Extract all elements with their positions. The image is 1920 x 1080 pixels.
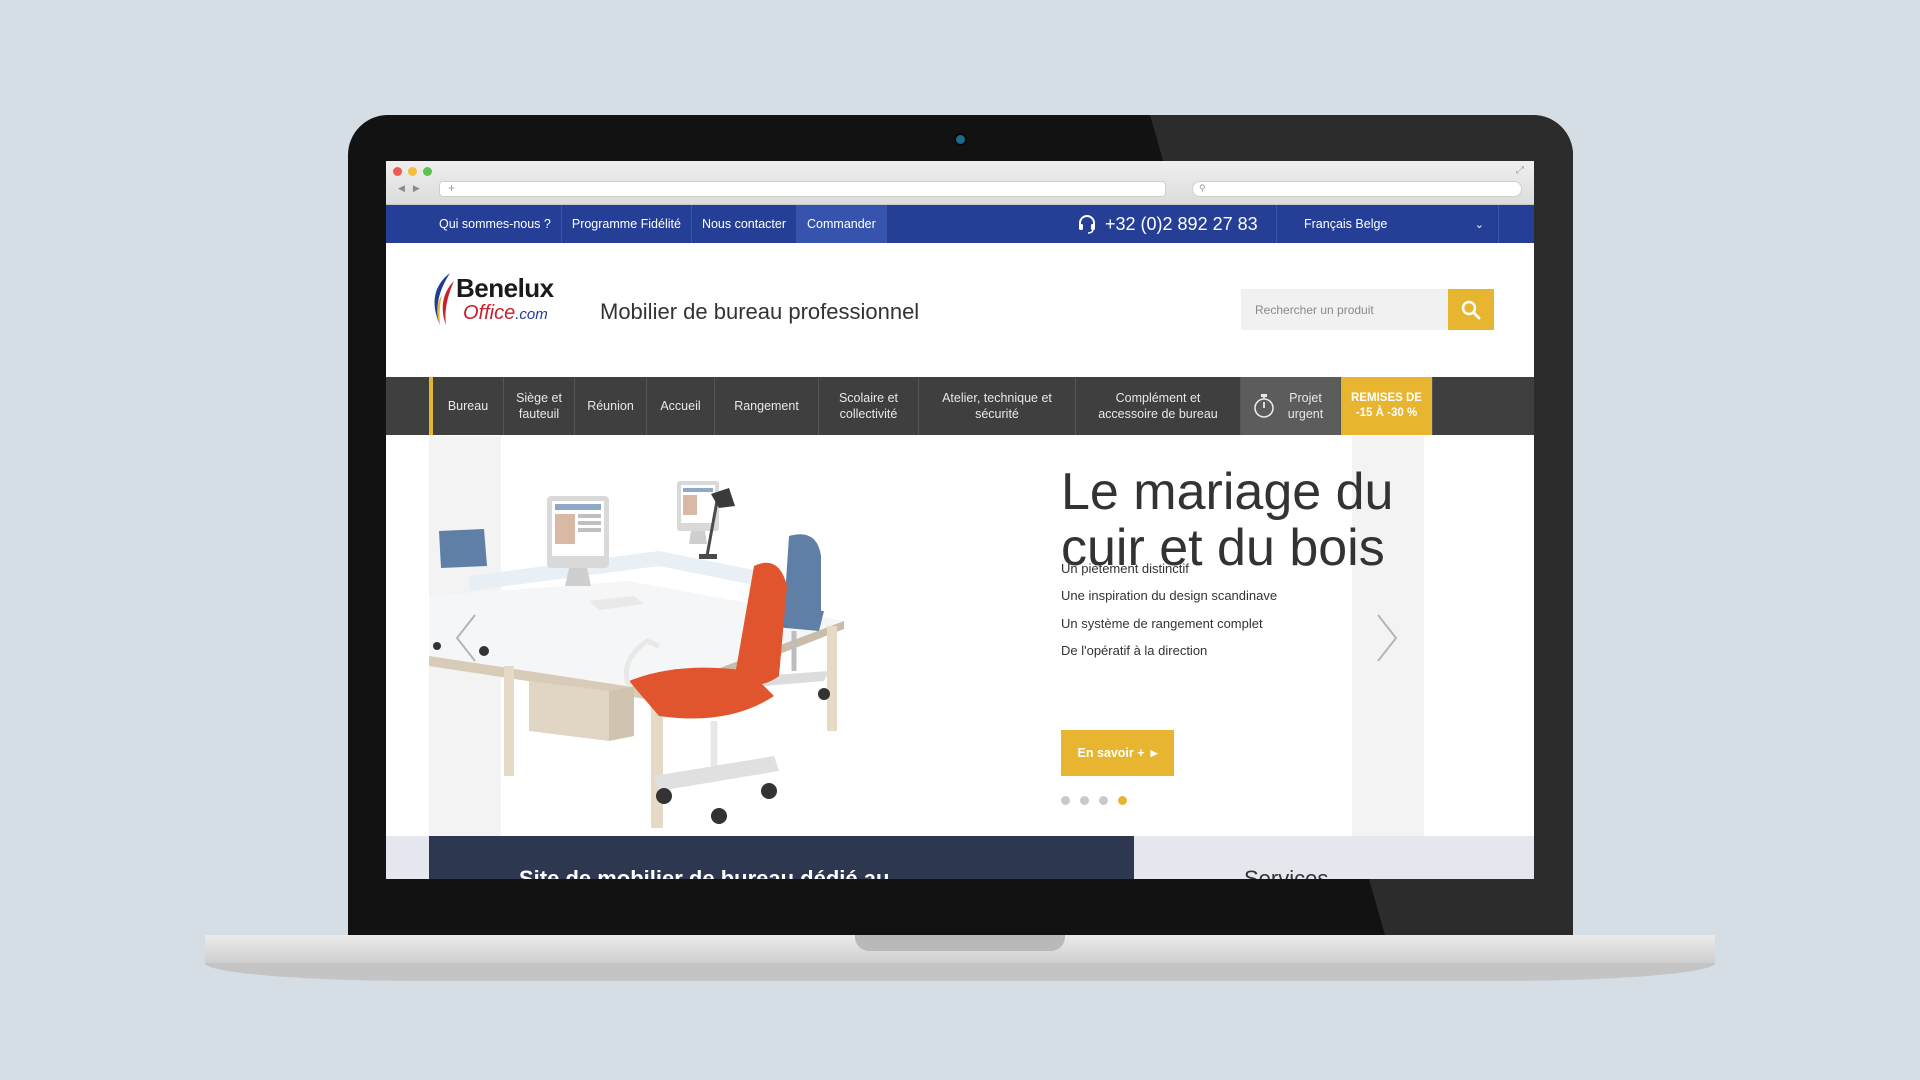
fullscreen-icon[interactable]: ⤢ bbox=[1516, 165, 1524, 176]
hero-carousel: Le mariage du cuir et du bois Un pièteme… bbox=[429, 436, 1424, 836]
nav-item-siege[interactable]: Siège et fauteuil bbox=[504, 377, 575, 435]
nav-item-atelier[interactable]: Atelier, technique et sécurité bbox=[919, 377, 1076, 435]
top-link-about[interactable]: Qui sommes-nous ? bbox=[429, 205, 562, 243]
feature-item: Une inspiration du design scandinave bbox=[1061, 588, 1278, 603]
learn-more-button[interactable]: En savoir + ▶ bbox=[1061, 730, 1174, 776]
language-select[interactable]: Français Belge ⌄ bbox=[1289, 205, 1499, 243]
main-nav: Bureau Siège et fauteuil Réunion Accueil… bbox=[386, 377, 1534, 435]
top-bar: Qui sommes-nous ? Programme Fidélité Nou… bbox=[386, 205, 1534, 243]
logo-name: Benelux bbox=[456, 273, 554, 303]
nav-item-scolaire[interactable]: Scolaire et collectivité bbox=[819, 377, 919, 435]
logo-sub: Office.com bbox=[463, 302, 548, 325]
stopwatch-icon bbox=[1253, 394, 1274, 418]
flame-logo-icon bbox=[434, 273, 454, 325]
plus-icon: + bbox=[448, 181, 456, 195]
carousel-dot[interactable] bbox=[1099, 796, 1108, 805]
maximize-window-button[interactable] bbox=[423, 167, 432, 176]
laptop-notch bbox=[855, 935, 1065, 951]
search-icon: ⚲ bbox=[1199, 183, 1206, 193]
feature-item: Un piètement distinctif bbox=[1061, 561, 1189, 576]
top-links: Qui sommes-nous ? Programme Fidélité Nou… bbox=[429, 205, 887, 243]
nav-item-reunion[interactable]: Réunion bbox=[575, 377, 647, 435]
intro-band: Site de mobilier de bureau dédié au bbox=[429, 836, 1134, 879]
laptop-base-bottom bbox=[205, 963, 1715, 981]
feature-item: Un système de rangement complet bbox=[1061, 616, 1263, 631]
nav-item-bureau[interactable]: Bureau bbox=[429, 377, 504, 435]
hero-title-line-1: Le mariage du bbox=[1061, 463, 1394, 521]
camera bbox=[956, 135, 965, 144]
phone-number-text: +32 (0)2 892 27 83 bbox=[1105, 213, 1258, 234]
nav-urgent-label: Projet urgent bbox=[1287, 390, 1324, 421]
screen: ◀▶ + ⚲ ⤢ Qui sommes-nous ? Programme Fid… bbox=[386, 161, 1534, 879]
top-link-loyalty[interactable]: Programme Fidélité bbox=[562, 205, 692, 243]
bottom-left-strip bbox=[386, 836, 429, 879]
chevron-down-icon: ⌄ bbox=[1474, 218, 1484, 231]
phone-number[interactable]: +32 (0)2 892 27 83 bbox=[1077, 205, 1277, 243]
services-band: Services bbox=[1134, 836, 1534, 879]
top-link-order[interactable]: Commander bbox=[797, 205, 887, 243]
headset-icon bbox=[1079, 215, 1095, 234]
hero-title: Le mariage du cuir et du bois bbox=[1061, 464, 1393, 576]
site-header: Benelux Office.com Mobilier de bureau pr… bbox=[386, 243, 1534, 377]
nav-item-complement[interactable]: Complément et accessoire de bureau bbox=[1076, 377, 1241, 435]
search-button[interactable] bbox=[1448, 289, 1494, 330]
logo-suffix: .com bbox=[515, 306, 548, 323]
carousel-dot[interactable] bbox=[1080, 796, 1089, 805]
carousel-dot-active[interactable] bbox=[1118, 796, 1127, 805]
tagline: Mobilier de bureau professionnel bbox=[600, 299, 920, 324]
learn-more-label: En savoir + bbox=[1077, 746, 1145, 760]
services-title: Services bbox=[1244, 866, 1329, 879]
browser-chrome: ◀▶ + ⚲ ⤢ bbox=[386, 161, 1534, 205]
logo[interactable]: Benelux Office.com bbox=[428, 269, 563, 329]
nav-item-rangement[interactable]: Rangement bbox=[715, 377, 819, 435]
chevron-right-icon[interactable] bbox=[1372, 611, 1402, 666]
search-input[interactable] bbox=[1241, 289, 1448, 330]
nav-item-promo[interactable]: REMISES DE -15 À -30 % bbox=[1341, 377, 1433, 435]
office-furniture-image bbox=[429, 481, 844, 828]
feature-item: De l'opératif à la direction bbox=[1061, 643, 1208, 658]
close-window-button[interactable] bbox=[393, 167, 402, 176]
carousel-dot[interactable] bbox=[1061, 796, 1070, 805]
search-icon bbox=[1461, 300, 1481, 319]
language-label: Français Belge bbox=[1304, 217, 1388, 231]
carousel-dots bbox=[1061, 796, 1127, 805]
intro-title: Site de mobilier de bureau dédié au bbox=[519, 866, 890, 879]
minimize-window-button[interactable] bbox=[408, 167, 417, 176]
address-bar[interactable]: + bbox=[439, 181, 1166, 197]
nav-items: Bureau Siège et fauteuil Réunion Accueil… bbox=[429, 377, 1433, 435]
nav-item-urgent[interactable]: Projet urgent bbox=[1241, 377, 1341, 435]
nav-item-accueil[interactable]: Accueil bbox=[647, 377, 715, 435]
logo-sub-office: Office bbox=[463, 302, 516, 324]
chevron-left-icon[interactable] bbox=[451, 611, 481, 666]
top-link-contact[interactable]: Nous contacter bbox=[692, 205, 798, 243]
back-forward-icon[interactable]: ◀▶ bbox=[398, 183, 428, 194]
browser-search-bar[interactable]: ⚲ bbox=[1192, 181, 1522, 197]
caret-right-icon: ▶ bbox=[1150, 747, 1158, 758]
